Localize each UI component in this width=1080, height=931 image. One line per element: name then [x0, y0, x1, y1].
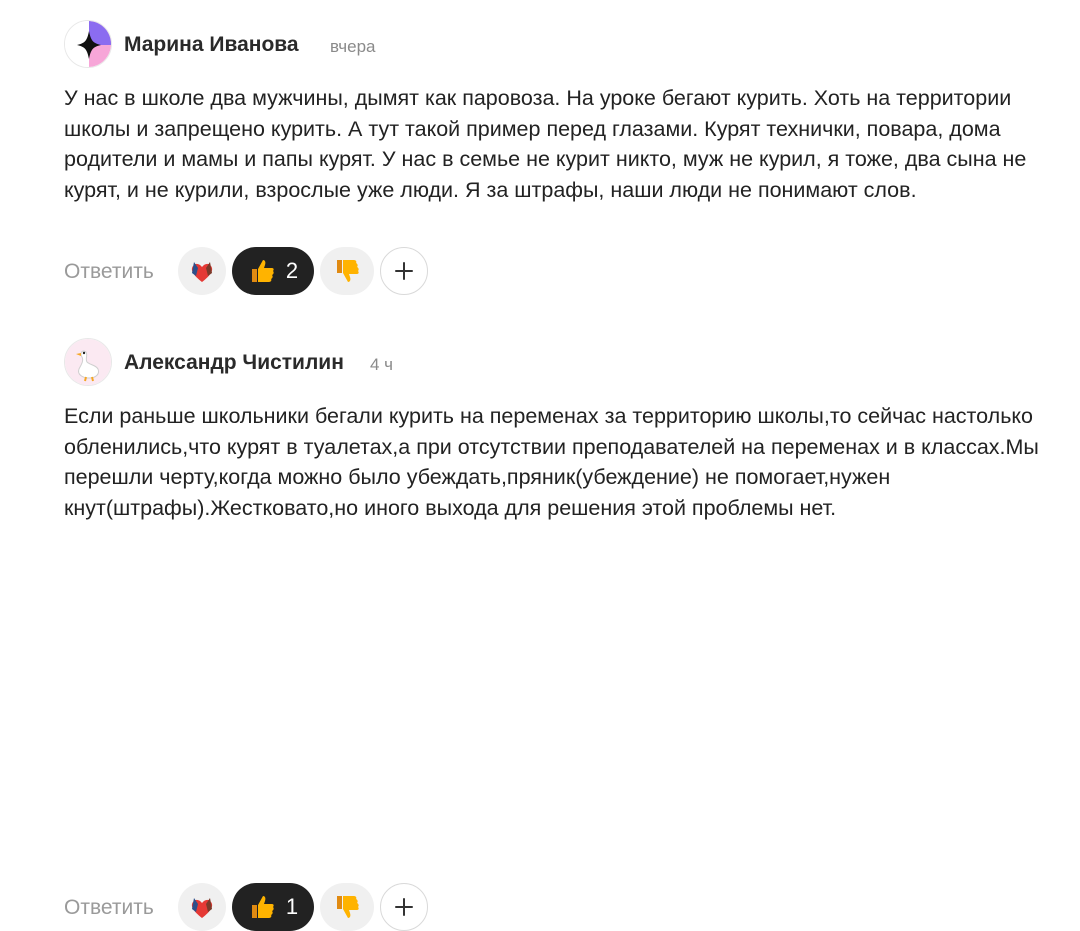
add-reaction-button[interactable]	[380, 247, 428, 295]
dislike-reaction-button[interactable]	[320, 883, 374, 931]
plus-icon	[395, 898, 413, 916]
thumbs-up-icon	[251, 260, 274, 282]
plus-icon	[395, 262, 413, 280]
sparkle-avatar-icon	[65, 21, 111, 67]
comment-text: У нас в школе два мужчины, дымят как пар…	[64, 86, 1027, 202]
reply-button[interactable]: Ответить	[64, 260, 154, 284]
like-count: 2	[285, 258, 299, 283]
reply-button[interactable]: Ответить	[64, 896, 154, 920]
timestamp: вчера	[330, 37, 376, 56]
thumbs-down-icon	[337, 260, 359, 282]
timestamp: 4 ч	[370, 355, 394, 374]
comment-text: Если раньше школьники бегали курить на п…	[64, 404, 1039, 520]
thumbs-down-icon	[337, 896, 359, 918]
like-reaction-button[interactable]: 2	[232, 247, 314, 295]
dislike-reaction-button[interactable]	[320, 247, 374, 295]
add-reaction-button[interactable]	[380, 883, 428, 931]
avatar[interactable]	[64, 20, 112, 68]
goose-avatar-icon	[65, 339, 111, 385]
author-name[interactable]: Марина Иванова	[124, 33, 299, 57]
heart-hands-icon	[191, 898, 213, 918]
heart-hands-icon	[191, 262, 213, 282]
like-count: 1	[285, 894, 299, 919]
like-reaction-button[interactable]: 1	[232, 883, 314, 931]
avatar[interactable]	[64, 338, 112, 386]
heart-reaction-button[interactable]	[178, 883, 226, 931]
heart-reaction-button[interactable]	[178, 247, 226, 295]
author-name[interactable]: Александр Чистилин	[124, 351, 344, 375]
thumbs-up-icon	[251, 896, 274, 918]
